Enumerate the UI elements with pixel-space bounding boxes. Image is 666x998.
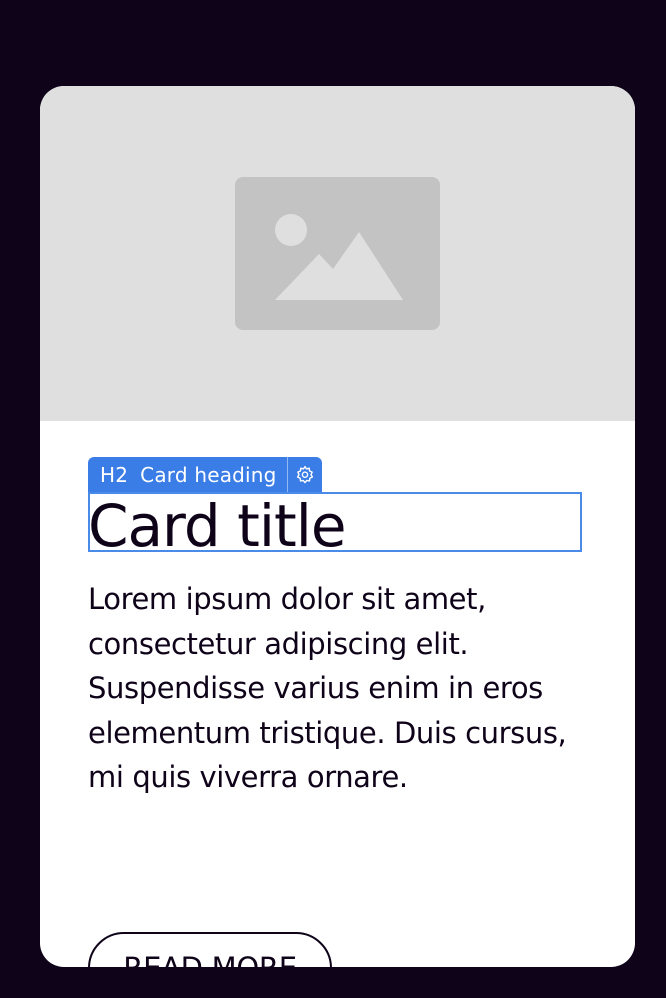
heading-toolbar-label[interactable]: H2 Card heading: [88, 457, 287, 493]
card-title[interactable]: Card title: [88, 491, 347, 561]
heading-tag: H2: [100, 463, 129, 487]
canvas: H2 Card heading Card title Lorem ipsum d…: [0, 0, 666, 998]
card-image[interactable]: [40, 86, 635, 421]
card-description: Lorem ipsum dolor sit amet, consectetur …: [88, 582, 567, 794]
image-placeholder-icon: [235, 177, 440, 330]
heading-settings-button[interactable]: [286, 457, 322, 493]
card[interactable]: H2 Card heading Card title Lorem ipsum d…: [40, 86, 635, 967]
heading-element-label: Card heading: [140, 463, 277, 487]
heading-toolbar[interactable]: H2 Card heading: [88, 457, 322, 493]
read-more-button[interactable]: READ MORE: [88, 932, 332, 967]
gear-icon: [296, 465, 313, 484]
